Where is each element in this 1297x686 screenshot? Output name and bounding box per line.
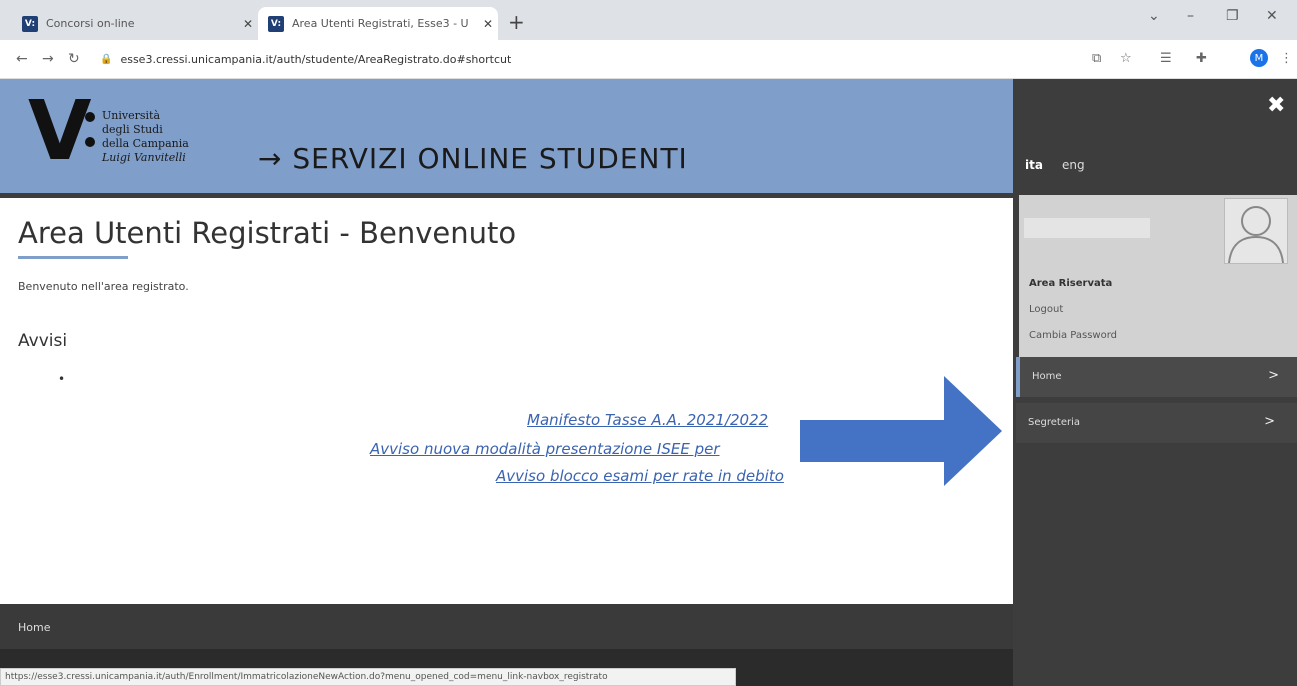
tab-title: Area Utenti Registrati, Esse3 - U (292, 17, 469, 30)
chevron-right-icon: > (1268, 368, 1279, 383)
annotation-arrow-body (800, 420, 960, 462)
browser-tab-bar: V: Concorsi on-line ✕ V: Area Utenti Reg… (0, 0, 1297, 40)
browser-tab-area-utenti[interactable]: V: Area Utenti Registrati, Esse3 - U ✕ (258, 7, 498, 40)
close-menu-icon[interactable]: ✖ (1267, 93, 1285, 118)
university-name: Università degli Studi della Campania Lu… (102, 109, 189, 164)
browser-tab-concorsi[interactable]: V: Concorsi on-line ✕ (12, 7, 258, 40)
menu-item-label: Home (1032, 371, 1062, 382)
footer-home-link[interactable]: Home (18, 621, 50, 634)
url-text: esse3.cressi.unicampania.it/auth/student… (120, 52, 512, 66)
logo-dot-icon (85, 112, 95, 122)
header-divider (0, 193, 1013, 198)
change-password-link[interactable]: Cambia Password (1029, 330, 1117, 341)
close-tab-icon[interactable]: ✕ (238, 17, 258, 31)
list-bullet: • (58, 372, 66, 386)
tab-title: Concorsi on-line (46, 17, 135, 30)
profile-avatar-icon[interactable]: M (1250, 49, 1268, 67)
welcome-text: Benvenuto nell'area registrato. (18, 280, 189, 293)
menu-item-label: Segreteria (1028, 417, 1080, 428)
menu-item-segreteria[interactable]: Segreteria > (1016, 403, 1297, 443)
close-window-icon[interactable]: ✕ (1266, 8, 1278, 24)
annotation-arrow-head-icon (944, 376, 1002, 486)
university-favicon-icon: V: (22, 15, 38, 32)
user-name-redacted (1024, 218, 1150, 238)
language-ita[interactable]: ita (1025, 158, 1043, 172)
new-tab-button[interactable]: + (508, 10, 525, 34)
logout-link[interactable]: Logout (1029, 304, 1063, 315)
lock-icon: 🔒 (100, 53, 113, 65)
reserved-area-label: Area Riservata (1029, 278, 1113, 289)
minimize-icon[interactable]: – (1187, 8, 1194, 24)
language-eng[interactable]: eng (1062, 158, 1085, 172)
page-title: Area Utenti Registrati - Benvenuto (18, 216, 517, 250)
link-status-bar: https://esse3.cressi.unicampania.it/auth… (0, 668, 736, 686)
notices-heading: Avvisi (18, 331, 68, 351)
notice-link-blocco-esami[interactable]: Avviso blocco esami per rate in debito (496, 467, 784, 485)
menu-item-home[interactable]: Home > (1016, 357, 1297, 397)
extensions-icon[interactable]: ✚ (1196, 51, 1207, 66)
site-footer: Home (0, 604, 1013, 649)
back-icon[interactable]: ← (16, 51, 28, 67)
bookmark-star-icon[interactable]: ☆ (1120, 51, 1132, 66)
close-tab-icon[interactable]: ✕ (478, 17, 498, 31)
university-logo-mark[interactable]: V (28, 91, 91, 173)
site-title: → SERVIZI ONLINE STUDENTI (258, 142, 688, 175)
reload-icon[interactable]: ↻ (68, 51, 80, 67)
title-underline (18, 256, 128, 259)
browser-menu-icon[interactable]: ⋮ (1280, 51, 1293, 66)
chevron-right-icon: > (1264, 414, 1275, 429)
university-favicon-icon: V: (268, 15, 284, 32)
redaction-box (518, 200, 942, 246)
user-avatar-icon (1224, 198, 1288, 264)
forward-icon[interactable]: → (42, 51, 54, 67)
notice-link-manifesto-tasse[interactable]: Manifesto Tasse A.A. 2021/2022 (527, 411, 768, 429)
notice-link-isee[interactable]: Avviso nuova modalità presentazione ISEE… (370, 440, 720, 458)
address-bar[interactable]: 🔒 esse3.cressi.unicampania.it/auth/stude… (100, 46, 1060, 72)
site-header: V Università degli Studi della Campania … (0, 79, 1013, 197)
restore-icon[interactable]: ❐ (1226, 8, 1239, 24)
share-icon[interactable]: ⧉ (1092, 51, 1101, 66)
logo-dot-icon (85, 137, 95, 147)
browser-toolbar: ← → ↻ 🔒 esse3.cressi.unicampania.it/auth… (0, 40, 1297, 79)
tab-search-icon[interactable]: ⌄ (1148, 8, 1160, 24)
reading-list-icon[interactable]: ☰ (1160, 51, 1172, 66)
